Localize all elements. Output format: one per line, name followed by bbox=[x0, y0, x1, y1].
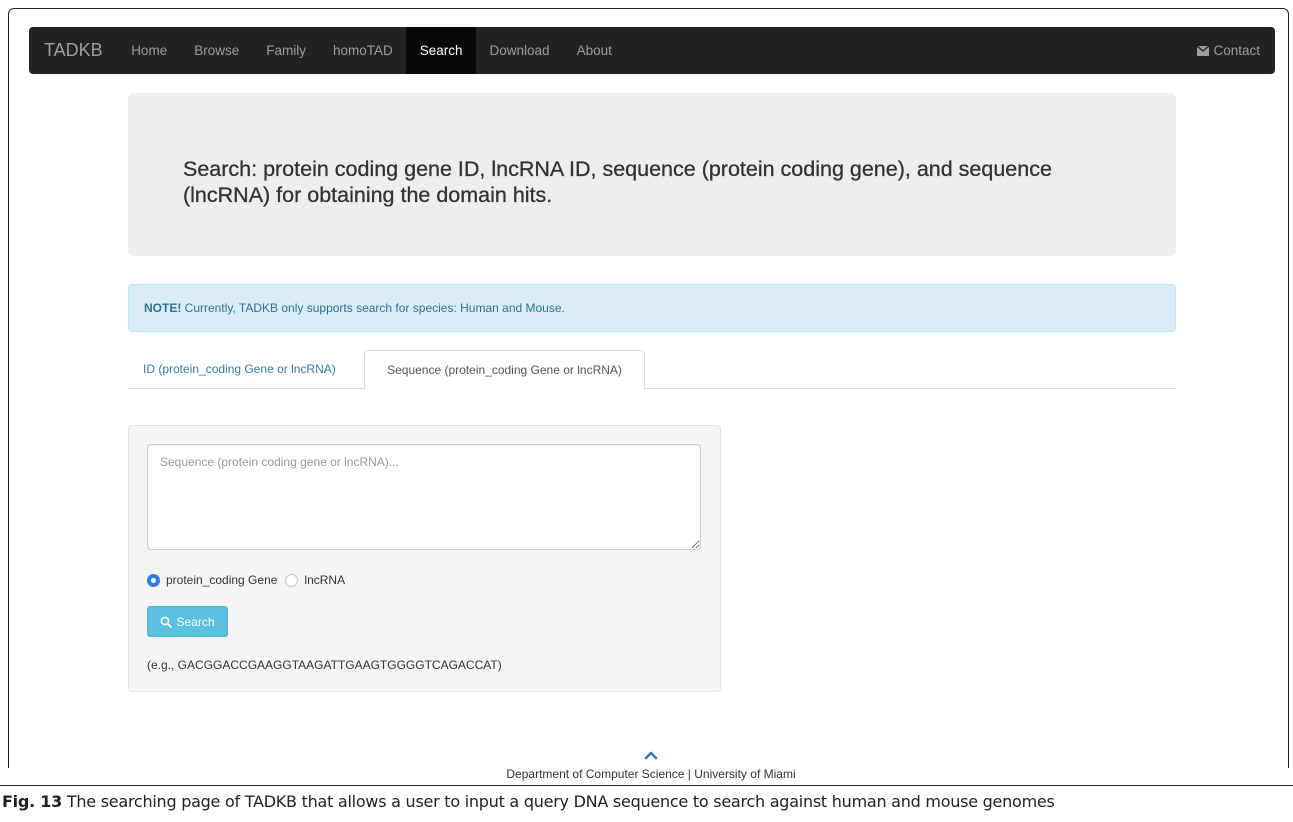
nav-contact-label: Contact bbox=[1213, 43, 1260, 58]
figure-caption-text: The searching page of TADKB that allows … bbox=[62, 792, 1055, 811]
figure-caption: Fig. 13 The searching page of TADKB that… bbox=[2, 792, 1292, 811]
nav-browse[interactable]: Browse bbox=[181, 27, 253, 74]
example-sequence: (e.g., GACGGACCGAAGGTAAGATTGAAGTGGGGTCAG… bbox=[147, 658, 502, 672]
type-radio-group: protein_coding Gene lncRNA bbox=[147, 572, 353, 588]
page-header-panel: Search: protein coding gene ID, lncRNA I… bbox=[128, 93, 1176, 256]
nav-homotad[interactable]: homoTAD bbox=[319, 27, 406, 74]
brand-logo[interactable]: TADKB bbox=[29, 27, 118, 74]
note-alert: NOTE! Currently, TADKB only supports sea… bbox=[128, 284, 1176, 332]
sequence-search-form: protein_coding Gene lncRNA Search (e.g.,… bbox=[128, 425, 721, 692]
search-button[interactable]: Search bbox=[147, 606, 228, 637]
nav-about[interactable]: About bbox=[563, 27, 625, 74]
radio-protein-coding-label[interactable]: protein_coding Gene bbox=[166, 573, 277, 587]
top-navbar: TADKB Home Browse Family homoTAD Search … bbox=[29, 27, 1275, 74]
tab-id[interactable]: ID (protein_coding Gene or lncRNA) bbox=[128, 350, 361, 389]
nav-family[interactable]: Family bbox=[253, 27, 320, 74]
envelope-icon bbox=[1197, 45, 1210, 56]
nav-contact[interactable]: Contact bbox=[1197, 27, 1260, 74]
sequence-input[interactable] bbox=[147, 444, 701, 550]
radio-protein-coding[interactable] bbox=[147, 573, 160, 587]
search-button-label: Search bbox=[176, 614, 215, 629]
radio-lncrna-label[interactable]: lncRNA bbox=[304, 573, 345, 587]
search-icon bbox=[161, 616, 173, 628]
note-text: Currently, TADKB only supports search fo… bbox=[181, 301, 565, 315]
radio-lncrna[interactable] bbox=[285, 573, 299, 587]
caption-divider bbox=[0, 785, 1293, 786]
chevron-up-icon[interactable] bbox=[644, 750, 658, 760]
nav-search[interactable]: Search bbox=[406, 27, 477, 74]
search-tabs: ID (protein_coding Gene or lncRNA) Seque… bbox=[128, 350, 1176, 390]
tab-sequence[interactable]: Sequence (protein_coding Gene or lncRNA) bbox=[364, 350, 645, 390]
page-title: Search: protein coding gene ID, lncRNA I… bbox=[183, 157, 1052, 207]
note-label: NOTE! bbox=[144, 301, 182, 315]
footer-text: Department of Computer Science | Univers… bbox=[506, 767, 796, 781]
nav-home[interactable]: Home bbox=[118, 27, 181, 74]
nav-download[interactable]: Download bbox=[476, 27, 563, 74]
figure-label: Fig. 13 bbox=[2, 792, 63, 811]
